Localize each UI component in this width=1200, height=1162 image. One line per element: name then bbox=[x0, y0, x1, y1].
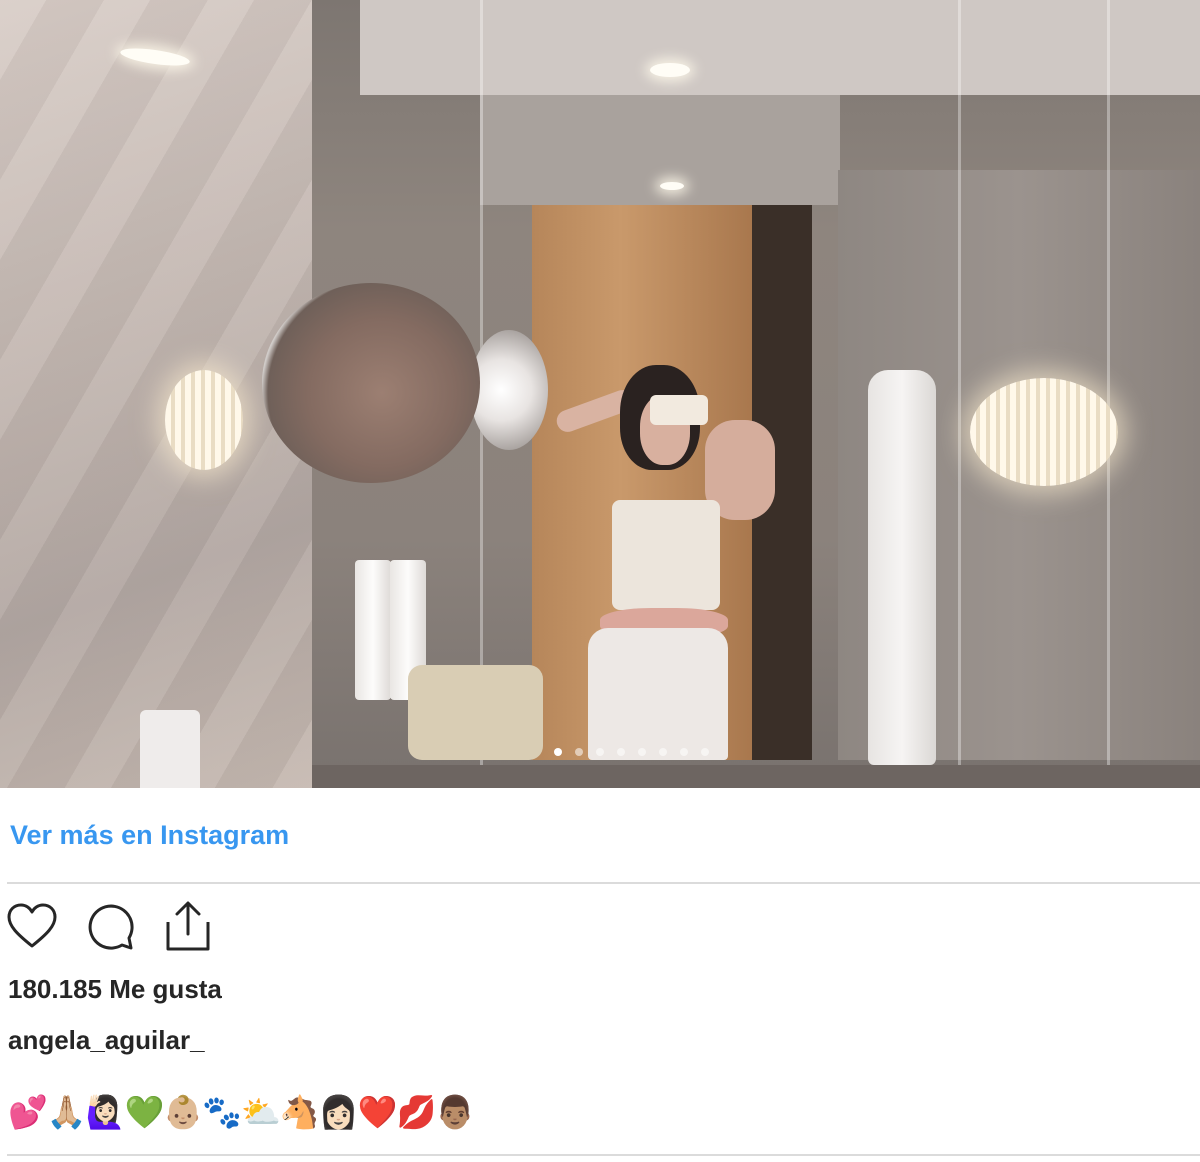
vanity-counter bbox=[312, 765, 1200, 788]
heart-icon[interactable] bbox=[6, 900, 58, 952]
soap-dispenser bbox=[140, 710, 200, 788]
phone bbox=[650, 395, 708, 425]
ceiling bbox=[360, 0, 1200, 95]
likes-count: 180.185 Me gusta bbox=[8, 974, 222, 1004]
post-actions bbox=[6, 900, 214, 952]
carousel-dot bbox=[638, 748, 646, 756]
magnifying-mirror bbox=[262, 283, 480, 483]
view-more-on-instagram-link[interactable]: Ver más en Instagram bbox=[10, 820, 289, 851]
caption: 💕🙏🏼🙋🏻‍♀️💚👶🏼🐾⛅🐴👩🏻❤️💋👨🏽 bbox=[8, 1094, 475, 1130]
ceiling-light bbox=[650, 63, 690, 77]
divider bbox=[7, 882, 1200, 884]
carousel-dot bbox=[701, 748, 709, 756]
carousel-dot bbox=[554, 748, 562, 756]
pants bbox=[588, 628, 728, 760]
carousel-dot bbox=[659, 748, 667, 756]
round-mirror-reflection bbox=[470, 330, 548, 450]
carousel-indicator bbox=[554, 748, 709, 758]
bathrobe bbox=[868, 370, 936, 765]
soap-bottle bbox=[355, 560, 391, 700]
share-icon[interactable] bbox=[162, 900, 214, 952]
mirror-seam bbox=[1107, 0, 1110, 768]
ceiling-light bbox=[660, 182, 684, 190]
post-photo[interactable] bbox=[0, 0, 1200, 788]
wall-sconce bbox=[165, 370, 243, 470]
top bbox=[612, 500, 720, 610]
carousel-dot bbox=[680, 748, 688, 756]
comment-icon[interactable] bbox=[84, 900, 136, 952]
ceiling-recess bbox=[480, 95, 840, 205]
divider bbox=[7, 1154, 1200, 1156]
mirror-seam bbox=[958, 0, 961, 768]
username[interactable]: angela_aguilar_ bbox=[8, 1025, 205, 1056]
carousel-dot bbox=[596, 748, 604, 756]
carousel-dot bbox=[575, 748, 583, 756]
carousel-dot bbox=[617, 748, 625, 756]
wall-sconce bbox=[970, 378, 1118, 486]
handbag bbox=[408, 665, 543, 760]
person-selfie bbox=[550, 360, 780, 760]
